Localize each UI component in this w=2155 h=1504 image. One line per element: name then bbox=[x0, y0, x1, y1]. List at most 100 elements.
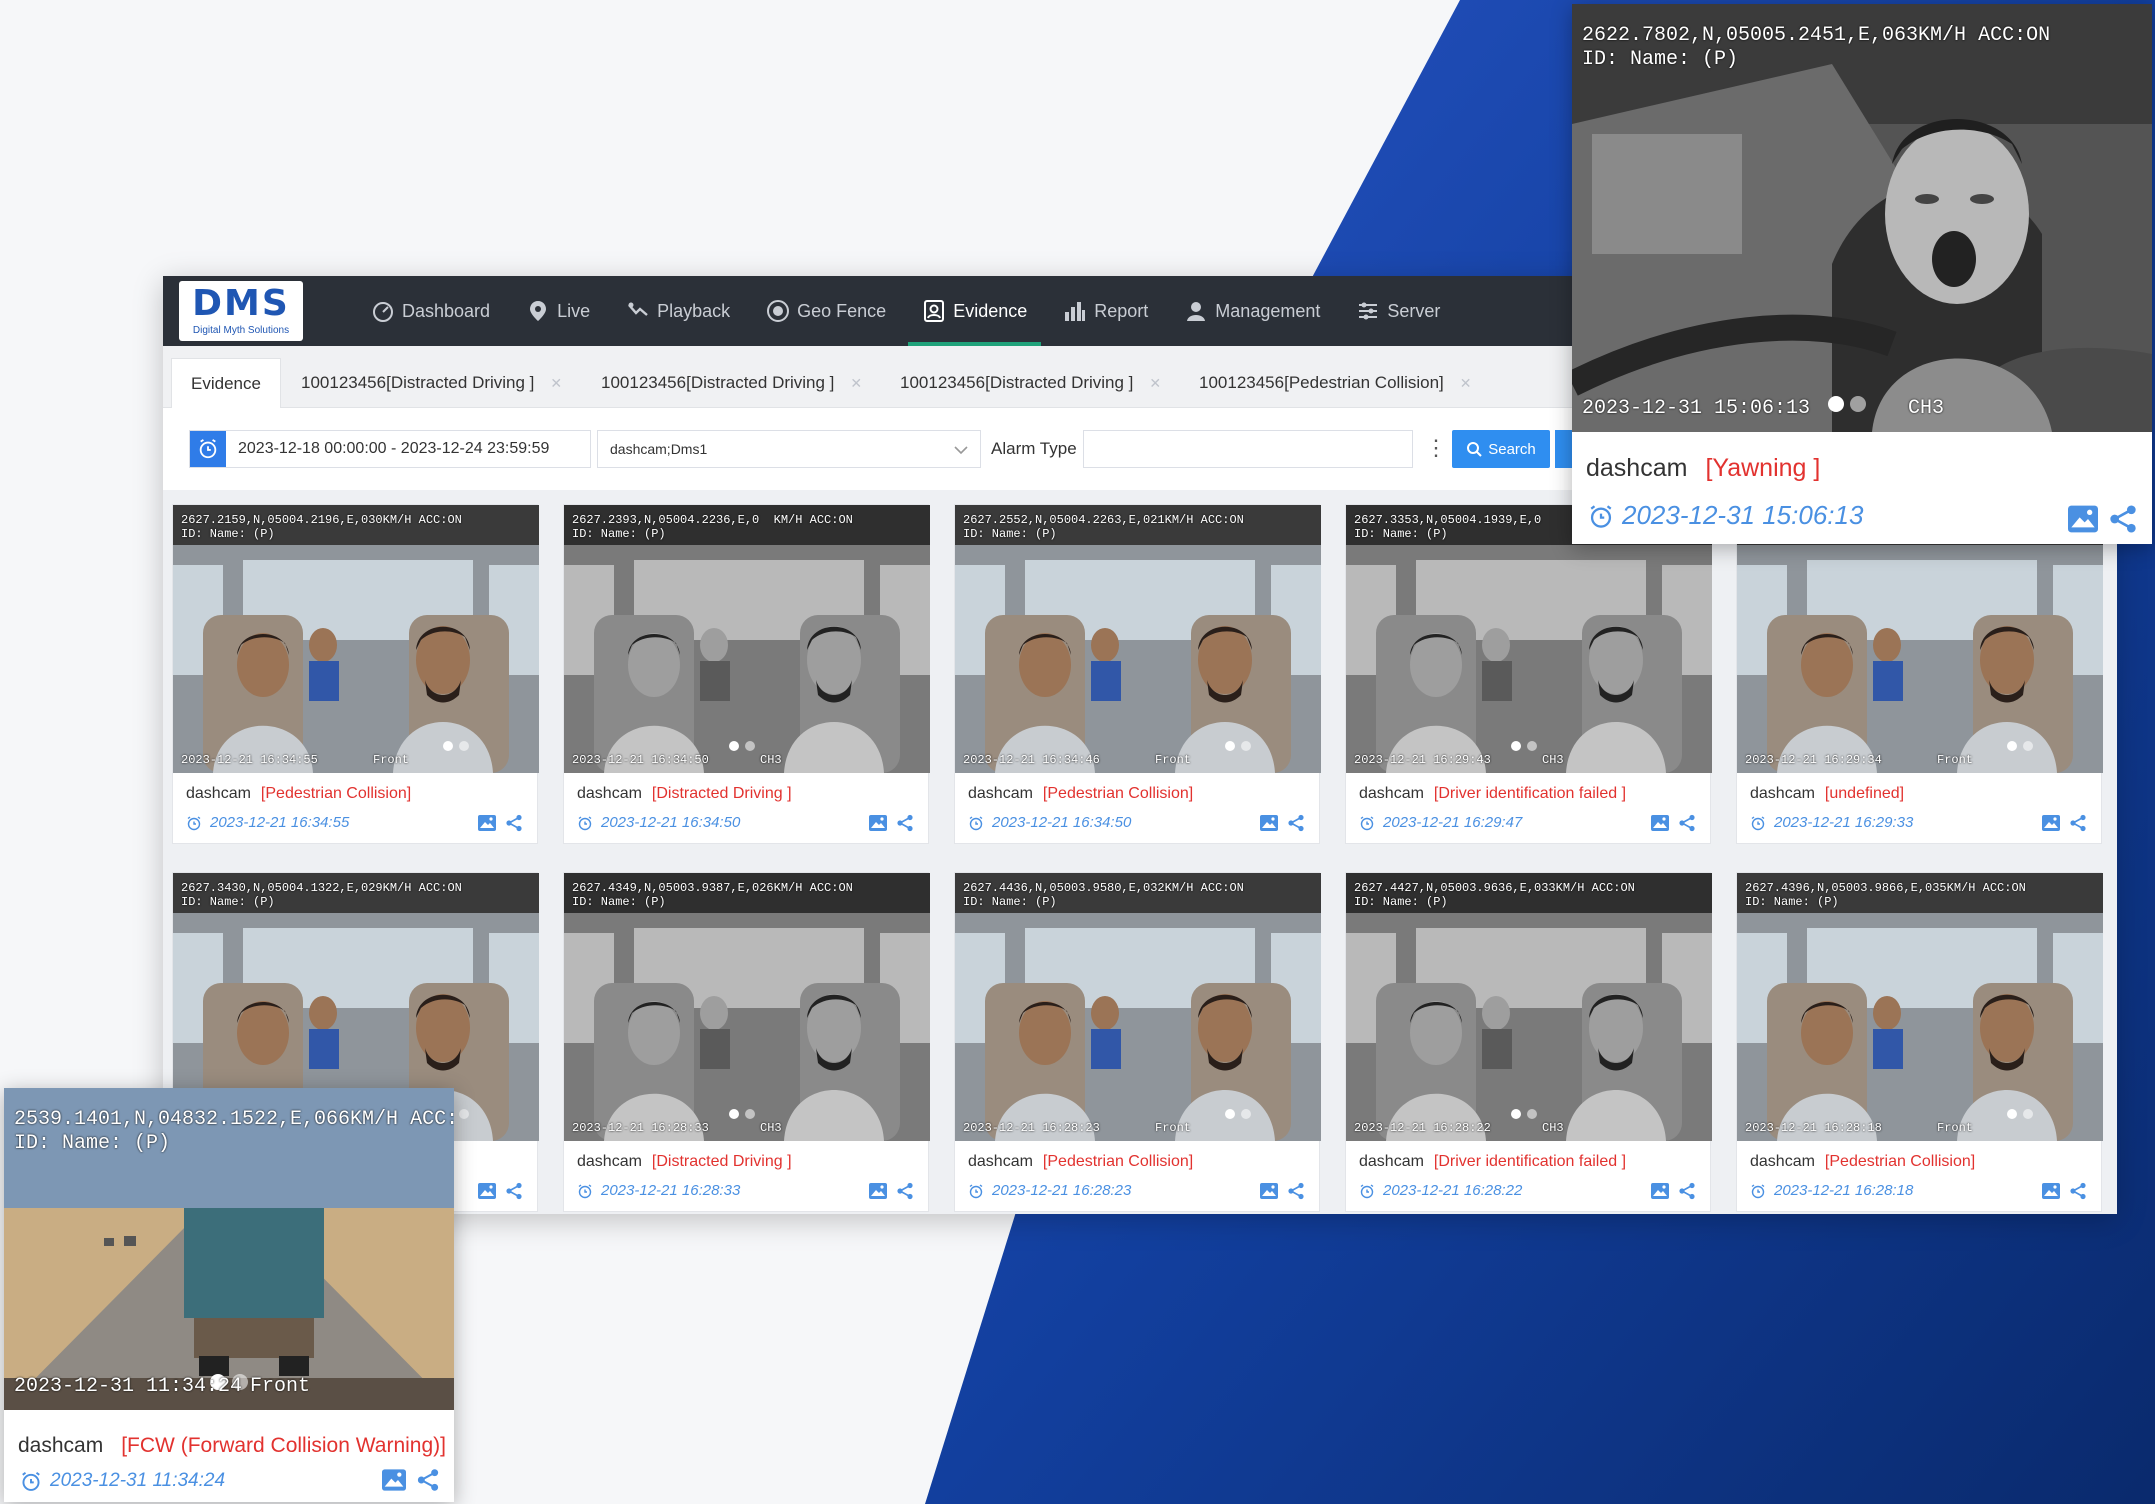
pager-dot[interactable] bbox=[1511, 741, 1521, 751]
pager-dot[interactable] bbox=[459, 1109, 469, 1119]
pager-dot[interactable] bbox=[1225, 741, 1235, 751]
evidence-card[interactable]: 2627.2159,N,05004.2196,E,030KM/H ACC:ON … bbox=[172, 504, 539, 844]
evidence-card[interactable]: 2627.2552,N,05004.2263,E,021KM/H ACC:ON … bbox=[954, 504, 1321, 844]
evidence-card[interactable]: 2627.4349,N,05003.9387,E,026KM/H ACC:ON … bbox=[563, 872, 930, 1212]
nav-server[interactable]: Server bbox=[1338, 276, 1458, 346]
pager-dot[interactable] bbox=[2007, 741, 2017, 751]
nav-live[interactable]: Live bbox=[508, 276, 608, 346]
date-range-picker[interactable]: 2023-12-18 00:00:00 - 2023-12-24 23:59:5… bbox=[189, 430, 591, 468]
evidence-photo[interactable]: 2627.3353,N,05004.1939,E,0 ID: Name: (P)… bbox=[1346, 505, 1712, 773]
photo-pager[interactable] bbox=[1225, 1109, 1251, 1119]
photo-pager[interactable] bbox=[729, 741, 755, 751]
tab-evidence[interactable]: Evidence bbox=[171, 358, 281, 409]
nav-geo-fence[interactable]: Geo Fence bbox=[748, 276, 904, 346]
evidence-card[interactable]: 2627.4427,N,05003.9636,E,033KM/H ACC:ON … bbox=[1345, 872, 1712, 1212]
evidence-photo[interactable]: 2539.1401,N,04832.1522,E,066KM/H ACC:ON … bbox=[4, 1088, 454, 1410]
evidence-photo[interactable]: 2627.4427,N,05003.9636,E,033KM/H ACC:ON … bbox=[1346, 873, 1712, 1141]
photo-pager[interactable] bbox=[2007, 741, 2033, 751]
nav-playback[interactable]: Playback bbox=[608, 276, 748, 346]
pager-dot[interactable] bbox=[2023, 1109, 2033, 1119]
share-icon[interactable] bbox=[1287, 814, 1305, 832]
close-icon[interactable]: ✕ bbox=[1460, 375, 1472, 392]
tab-alarm[interactable]: 100123456[Distracted Driving ] ✕ bbox=[301, 358, 562, 408]
evidence-photo[interactable]: 2627.2159,N,05004.2196,E,030KM/H ACC:ON … bbox=[173, 505, 539, 773]
pager-dot[interactable] bbox=[1241, 741, 1251, 751]
nav-report[interactable]: Report bbox=[1045, 276, 1166, 346]
pager-dot[interactable] bbox=[1850, 396, 1866, 412]
pager-dot[interactable] bbox=[1828, 396, 1844, 412]
share-icon[interactable] bbox=[505, 1182, 523, 1200]
image-icon[interactable] bbox=[477, 814, 497, 832]
photo-pager[interactable] bbox=[729, 1109, 755, 1119]
pager-dot[interactable] bbox=[2007, 1109, 2017, 1119]
share-icon[interactable] bbox=[2069, 1182, 2087, 1200]
close-icon[interactable]: ✕ bbox=[1149, 375, 1161, 392]
evidence-card[interactable]: 2627.3353,N,05004.1939,E,0 ID: Name: (P)… bbox=[1345, 504, 1712, 844]
evidence-card[interactable]: 2023-12-21 16:29:34 Front dashcam [undefi… bbox=[1736, 504, 2103, 844]
tab-alarm[interactable]: 100123456[Distracted Driving ] ✕ bbox=[601, 358, 862, 408]
pager-dot[interactable] bbox=[1527, 1109, 1537, 1119]
share-icon[interactable] bbox=[2108, 504, 2138, 534]
image-icon[interactable] bbox=[2041, 814, 2061, 832]
tab-alarm[interactable]: 100123456[Pedestrian Collision] ✕ bbox=[1199, 358, 1472, 408]
share-icon[interactable] bbox=[416, 1468, 440, 1492]
pager-dot[interactable] bbox=[1225, 1109, 1235, 1119]
image-icon[interactable] bbox=[1259, 814, 1279, 832]
nav-management[interactable]: Management bbox=[1166, 276, 1338, 346]
pager-dot[interactable] bbox=[2023, 741, 2033, 751]
evidence-card-yawning[interactable]: 2622.7802,N,05005.2451,E,063KM/H ACC:ON … bbox=[1572, 4, 2152, 544]
photo-pager[interactable] bbox=[1828, 396, 1866, 412]
evidence-photo[interactable]: 2627.4396,N,05003.9866,E,035KM/H ACC:ON … bbox=[1737, 873, 2103, 1141]
tab-alarm[interactable]: 100123456[Distracted Driving ] ✕ bbox=[900, 358, 1161, 408]
evidence-card-fcw[interactable]: 2539.1401,N,04832.1522,E,066KM/H ACC:ON … bbox=[4, 1088, 454, 1502]
share-icon[interactable] bbox=[2069, 814, 2087, 832]
more-options-icon[interactable]: ⋮ bbox=[1425, 432, 1447, 466]
evidence-photo[interactable]: 2627.4349,N,05003.9387,E,026KM/H ACC:ON … bbox=[564, 873, 930, 1141]
nav-dashboard[interactable]: Dashboard bbox=[353, 276, 508, 346]
pager-dot[interactable] bbox=[1241, 1109, 1251, 1119]
image-icon[interactable] bbox=[868, 814, 888, 832]
pager-dot[interactable] bbox=[459, 741, 469, 751]
pager-dot[interactable] bbox=[745, 741, 755, 751]
close-icon[interactable]: ✕ bbox=[550, 375, 562, 392]
image-icon[interactable] bbox=[1650, 814, 1670, 832]
pager-dot[interactable] bbox=[745, 1109, 755, 1119]
pager-dot[interactable] bbox=[729, 1109, 739, 1119]
evidence-card[interactable]: 2627.2393,N,05004.2236,E,0 KM/H ACC:ON I… bbox=[563, 504, 930, 844]
share-icon[interactable] bbox=[1678, 814, 1696, 832]
calendar-icon[interactable] bbox=[190, 431, 226, 467]
evidence-photo[interactable]: 2627.2393,N,05004.2236,E,0 KM/H ACC:ON I… bbox=[564, 505, 930, 773]
image-icon[interactable] bbox=[1259, 1182, 1279, 1200]
evidence-card[interactable]: 2627.4396,N,05003.9866,E,035KM/H ACC:ON … bbox=[1736, 872, 2103, 1212]
dms-logo[interactable]: DMS Digital Myth Solutions bbox=[179, 281, 303, 341]
share-icon[interactable] bbox=[896, 1182, 914, 1200]
share-icon[interactable] bbox=[1678, 1182, 1696, 1200]
image-icon[interactable] bbox=[1650, 1182, 1670, 1200]
image-icon[interactable] bbox=[380, 1468, 408, 1492]
search-button[interactable]: Search bbox=[1452, 430, 1550, 468]
photo-pager[interactable] bbox=[1511, 741, 1537, 751]
image-icon[interactable] bbox=[868, 1182, 888, 1200]
evidence-photo[interactable]: 2023-12-21 16:29:34 Front bbox=[1737, 505, 2103, 773]
share-icon[interactable] bbox=[1287, 1182, 1305, 1200]
nav-evidence[interactable]: Evidence bbox=[904, 276, 1045, 346]
photo-pager[interactable] bbox=[2007, 1109, 2033, 1119]
close-icon[interactable]: ✕ bbox=[850, 375, 862, 392]
share-icon[interactable] bbox=[896, 814, 914, 832]
pager-dot[interactable] bbox=[443, 741, 453, 751]
evidence-photo[interactable]: 2627.4436,N,05003.9580,E,032KM/H ACC:ON … bbox=[955, 873, 1321, 1141]
pager-dot[interactable] bbox=[729, 741, 739, 751]
image-icon[interactable] bbox=[477, 1182, 497, 1200]
pager-dot[interactable] bbox=[1527, 741, 1537, 751]
evidence-photo[interactable]: 2622.7802,N,05005.2451,E,063KM/H ACC:ON … bbox=[1572, 4, 2152, 432]
photo-pager[interactable] bbox=[1511, 1109, 1537, 1119]
image-icon[interactable] bbox=[2041, 1182, 2061, 1200]
image-icon[interactable] bbox=[2066, 504, 2100, 534]
pager-dot[interactable] bbox=[1511, 1109, 1521, 1119]
photo-pager[interactable] bbox=[1225, 741, 1251, 751]
evidence-card[interactable]: 2627.4436,N,05003.9580,E,032KM/H ACC:ON … bbox=[954, 872, 1321, 1212]
alarm-type-input[interactable] bbox=[1083, 430, 1413, 468]
share-icon[interactable] bbox=[505, 814, 523, 832]
evidence-photo[interactable]: 2627.2552,N,05004.2263,E,021KM/H ACC:ON … bbox=[955, 505, 1321, 773]
device-select[interactable]: dashcam;Dms1 bbox=[597, 430, 981, 468]
